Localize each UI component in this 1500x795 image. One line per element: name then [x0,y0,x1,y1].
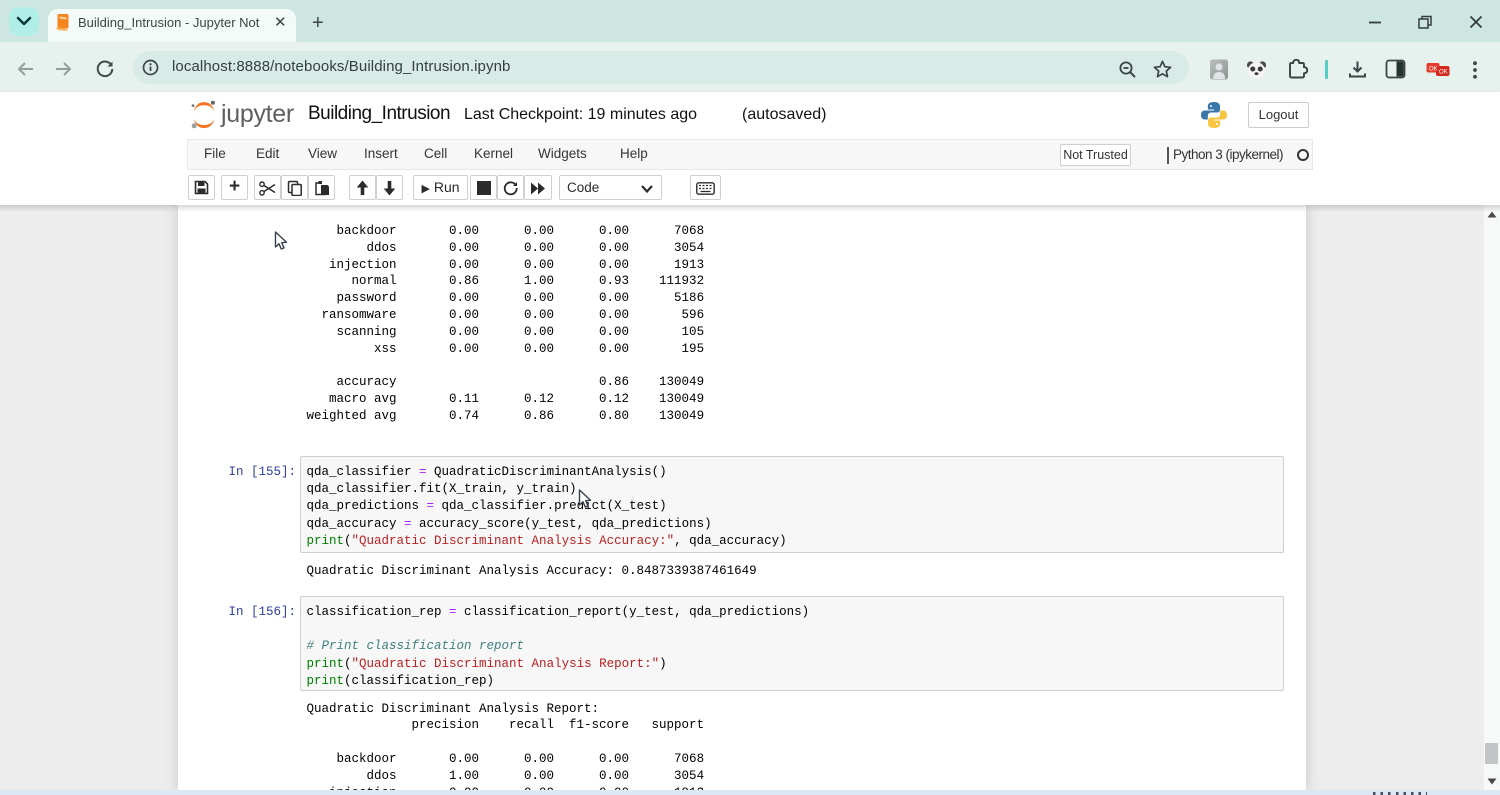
svg-text:OK: OK [1439,70,1448,76]
svg-text:OK: OK [1429,67,1438,73]
